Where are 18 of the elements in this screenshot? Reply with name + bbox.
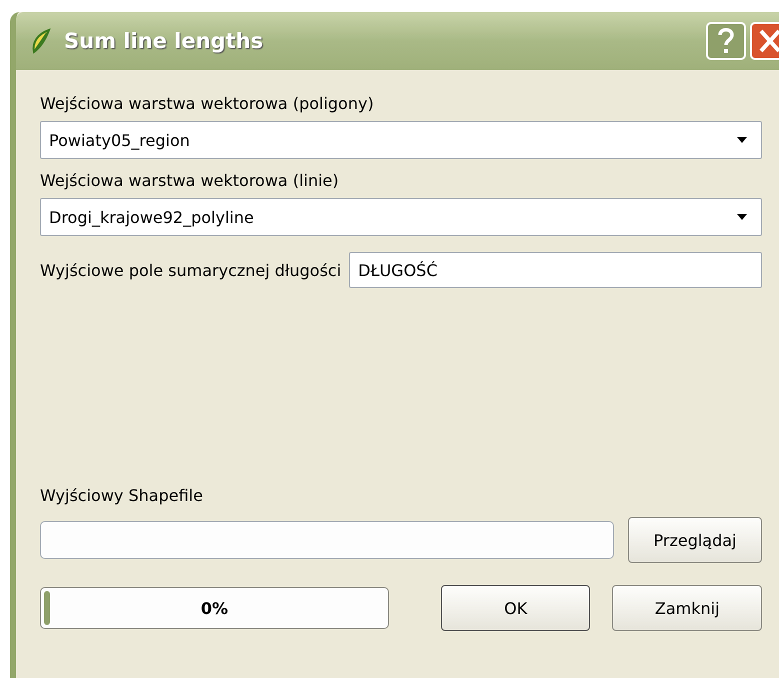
browse-button[interactable]: Przeglądaj xyxy=(628,517,762,563)
progress-reading: 0% xyxy=(200,598,228,618)
field-label: Wyjściowe pole sumarycznej długości xyxy=(40,260,342,280)
window-title: Sum line lengths xyxy=(64,29,264,53)
field-label: Wyjściowy Shapefile xyxy=(40,486,204,505)
dropdown-arrow-icon xyxy=(737,214,747,220)
field-label: Wejściowa warstwa wektorowa (poligony) xyxy=(40,94,375,113)
layer-dropdown[interactable]: Powiaty05_region xyxy=(40,121,762,159)
close-icon[interactable] xyxy=(750,22,779,60)
field-label: Wejściowa warstwa wektorowa (linie) xyxy=(40,171,340,190)
dropdown-arrow-icon xyxy=(737,137,747,143)
help-icon[interactable] xyxy=(706,22,746,60)
dialog-button[interactable]: OK xyxy=(440,585,590,631)
layer-dropdown[interactable]: Drogi_krajowe92_polyline xyxy=(40,198,762,236)
output-file-field[interactable] xyxy=(40,521,614,559)
dialog-button[interactable]: Zamknij xyxy=(612,585,762,631)
length-field[interactable]: DŁUGOŚĆ xyxy=(349,252,762,288)
leaf-icon xyxy=(30,28,52,54)
